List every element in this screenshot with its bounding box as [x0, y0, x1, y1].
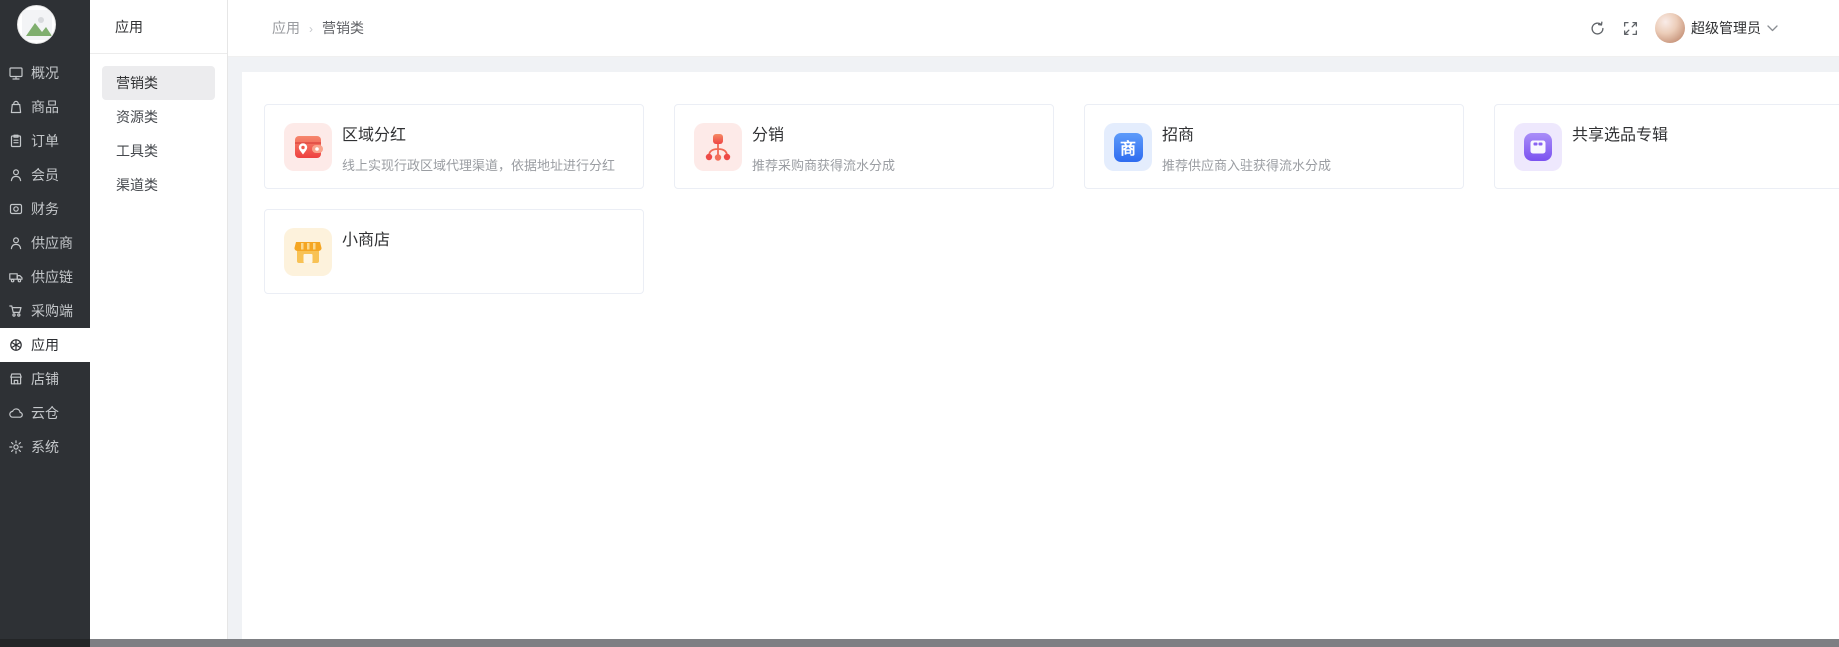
app-card-title: 小商店: [342, 232, 391, 249]
user-menu[interactable]: 超级管理员: [1655, 13, 1778, 43]
app-card-mini-shop[interactable]: 小商店: [264, 209, 644, 294]
sidebar-item-shop[interactable]: 店铺: [0, 362, 90, 396]
breadcrumb-root[interactable]: 应用: [272, 18, 300, 38]
app-cards-grid: 区域分红 线上实现行政区域代理渠道，依据地址进行分红 分销 推荐采购商获得流水分…: [264, 104, 1839, 294]
main-column: 应用 › 营销类 超级管理员 区域分红 线上实现行政区域代理渠道，依据地址进行分…: [228, 0, 1839, 639]
breadcrumb-current: 营销类: [322, 20, 364, 36]
sidebar-item-members[interactable]: 会员: [0, 158, 90, 192]
member-icon: [8, 167, 24, 183]
merchant-badge-icon: 商: [1104, 123, 1152, 171]
app-card-distribution[interactable]: 分销 推荐采购商获得流水分成: [674, 104, 1054, 189]
content-panel: 区域分红 线上实现行政区域代理渠道，依据地址进行分红 分销 推荐采购商获得流水分…: [242, 72, 1839, 639]
sidebar-item-label: 商品: [31, 99, 59, 115]
primary-sidebar: 概况 商品 订单 会员 财务 供应商 供应链 采购端 应用 店铺 云仓 系统: [0, 0, 90, 639]
refresh-icon[interactable]: [1589, 20, 1606, 37]
supplier-icon: [8, 235, 24, 251]
cloud-icon: [8, 405, 24, 421]
storefront-line-icon: [8, 371, 24, 387]
apps-wheel-icon: [8, 337, 24, 353]
app-card-shared-selection-album[interactable]: 共享选品专辑: [1494, 104, 1839, 189]
sidebar-item-procurement[interactable]: 采购端: [0, 294, 90, 328]
sidebar-item-apps[interactable]: 应用: [0, 328, 90, 362]
submenu-item-channels[interactable]: 渠道类: [102, 168, 215, 202]
app-card-description: 线上实现行政区域代理渠道，依据地址进行分红: [342, 158, 616, 173]
network-icon: [694, 123, 742, 171]
submenu-item-marketing[interactable]: 营销类: [102, 66, 215, 100]
order-icon: [8, 133, 24, 149]
sidebar-item-label: 云仓: [31, 405, 59, 421]
app-card-title: 共享选品专辑: [1572, 127, 1669, 144]
sidebar-item-supplier[interactable]: 供应商: [0, 226, 90, 260]
breadcrumb-separator-icon: ›: [309, 22, 313, 36]
fullscreen-icon[interactable]: [1622, 20, 1639, 37]
logo-image-placeholder: [21, 9, 52, 40]
goods-bag-icon: [8, 99, 24, 115]
sidebar-item-overview[interactable]: 概况: [0, 56, 90, 90]
wallet-location-icon: [284, 123, 332, 171]
submenu-item-resources[interactable]: 资源类: [102, 100, 215, 134]
primary-sidebar-nav: 概况 商品 订单 会员 财务 供应商 供应链 采购端 应用 店铺 云仓 系统: [0, 56, 90, 464]
storefront-icon: [284, 228, 332, 276]
badge-character: 商: [1113, 132, 1143, 162]
sidebar-item-label: 会员: [31, 167, 59, 183]
sidebar-item-finance[interactable]: 财务: [0, 192, 90, 226]
app-logo: [17, 5, 56, 44]
sidebar-item-label: 概况: [31, 65, 59, 81]
truck-icon: [8, 269, 24, 285]
sidebar-item-goods[interactable]: 商品: [0, 90, 90, 124]
sidebar-item-label: 供应商: [31, 235, 73, 251]
cart-icon: [8, 303, 24, 319]
app-card-region-dividend[interactable]: 区域分红 线上实现行政区域代理渠道，依据地址进行分红: [264, 104, 644, 189]
sidebar-item-system[interactable]: 系统: [0, 430, 90, 464]
sidebar-item-label: 应用: [31, 337, 59, 353]
horizontal-scrollbar-thumb[interactable]: [90, 639, 1839, 647]
chevron-down-icon: [1767, 24, 1778, 32]
app-card-title: 分销: [752, 127, 785, 144]
app-card-title: 区域分红: [342, 127, 407, 144]
topbar: 应用 › 营销类 超级管理员: [228, 0, 1839, 57]
sidebar-item-orders[interactable]: 订单: [0, 124, 90, 158]
dashboard-icon: [8, 65, 24, 81]
finance-icon: [8, 201, 24, 217]
topbar-actions: 超级管理员: [1589, 13, 1778, 43]
secondary-sidebar-list: 营销类 资源类 工具类 渠道类: [90, 54, 227, 202]
app-card-merchant-recruit[interactable]: 商 招商 推荐供应商入驻获得流水分成: [1084, 104, 1464, 189]
package-icon: [1514, 123, 1562, 171]
app-card-description: 推荐采购商获得流水分成: [752, 158, 896, 173]
submenu-item-tools[interactable]: 工具类: [102, 134, 215, 168]
sidebar-item-label: 系统: [31, 439, 59, 455]
sidebar-item-label: 订单: [31, 133, 59, 149]
horizontal-scrollbar[interactable]: [0, 639, 1839, 647]
app-card-title: 招商: [1162, 127, 1195, 144]
app-window: 概况 商品 订单 会员 财务 供应商 供应链 采购端 应用 店铺 云仓 系统 应…: [0, 0, 1839, 639]
gear-icon: [8, 439, 24, 455]
sidebar-item-label: 财务: [31, 201, 59, 217]
sidebar-item-cloud-warehouse[interactable]: 云仓: [0, 396, 90, 430]
sidebar-item-label: 店铺: [31, 371, 59, 387]
app-card-description: 推荐供应商入驻获得流水分成: [1162, 158, 1332, 173]
user-avatar: [1655, 13, 1685, 43]
horizontal-scrollbar-corner: [0, 639, 90, 647]
breadcrumb: 应用 › 营销类: [272, 18, 364, 38]
sidebar-item-label: 供应链: [31, 269, 73, 285]
secondary-sidebar: 应用 营销类 资源类 工具类 渠道类: [90, 0, 228, 639]
sidebar-item-label: 采购端: [31, 303, 73, 319]
content-area: 区域分红 线上实现行政区域代理渠道，依据地址进行分红 分销 推荐采购商获得流水分…: [228, 57, 1839, 639]
secondary-sidebar-title: 应用: [90, 0, 227, 54]
user-name: 超级管理员: [1691, 20, 1761, 36]
sidebar-item-supply-chain[interactable]: 供应链: [0, 260, 90, 294]
